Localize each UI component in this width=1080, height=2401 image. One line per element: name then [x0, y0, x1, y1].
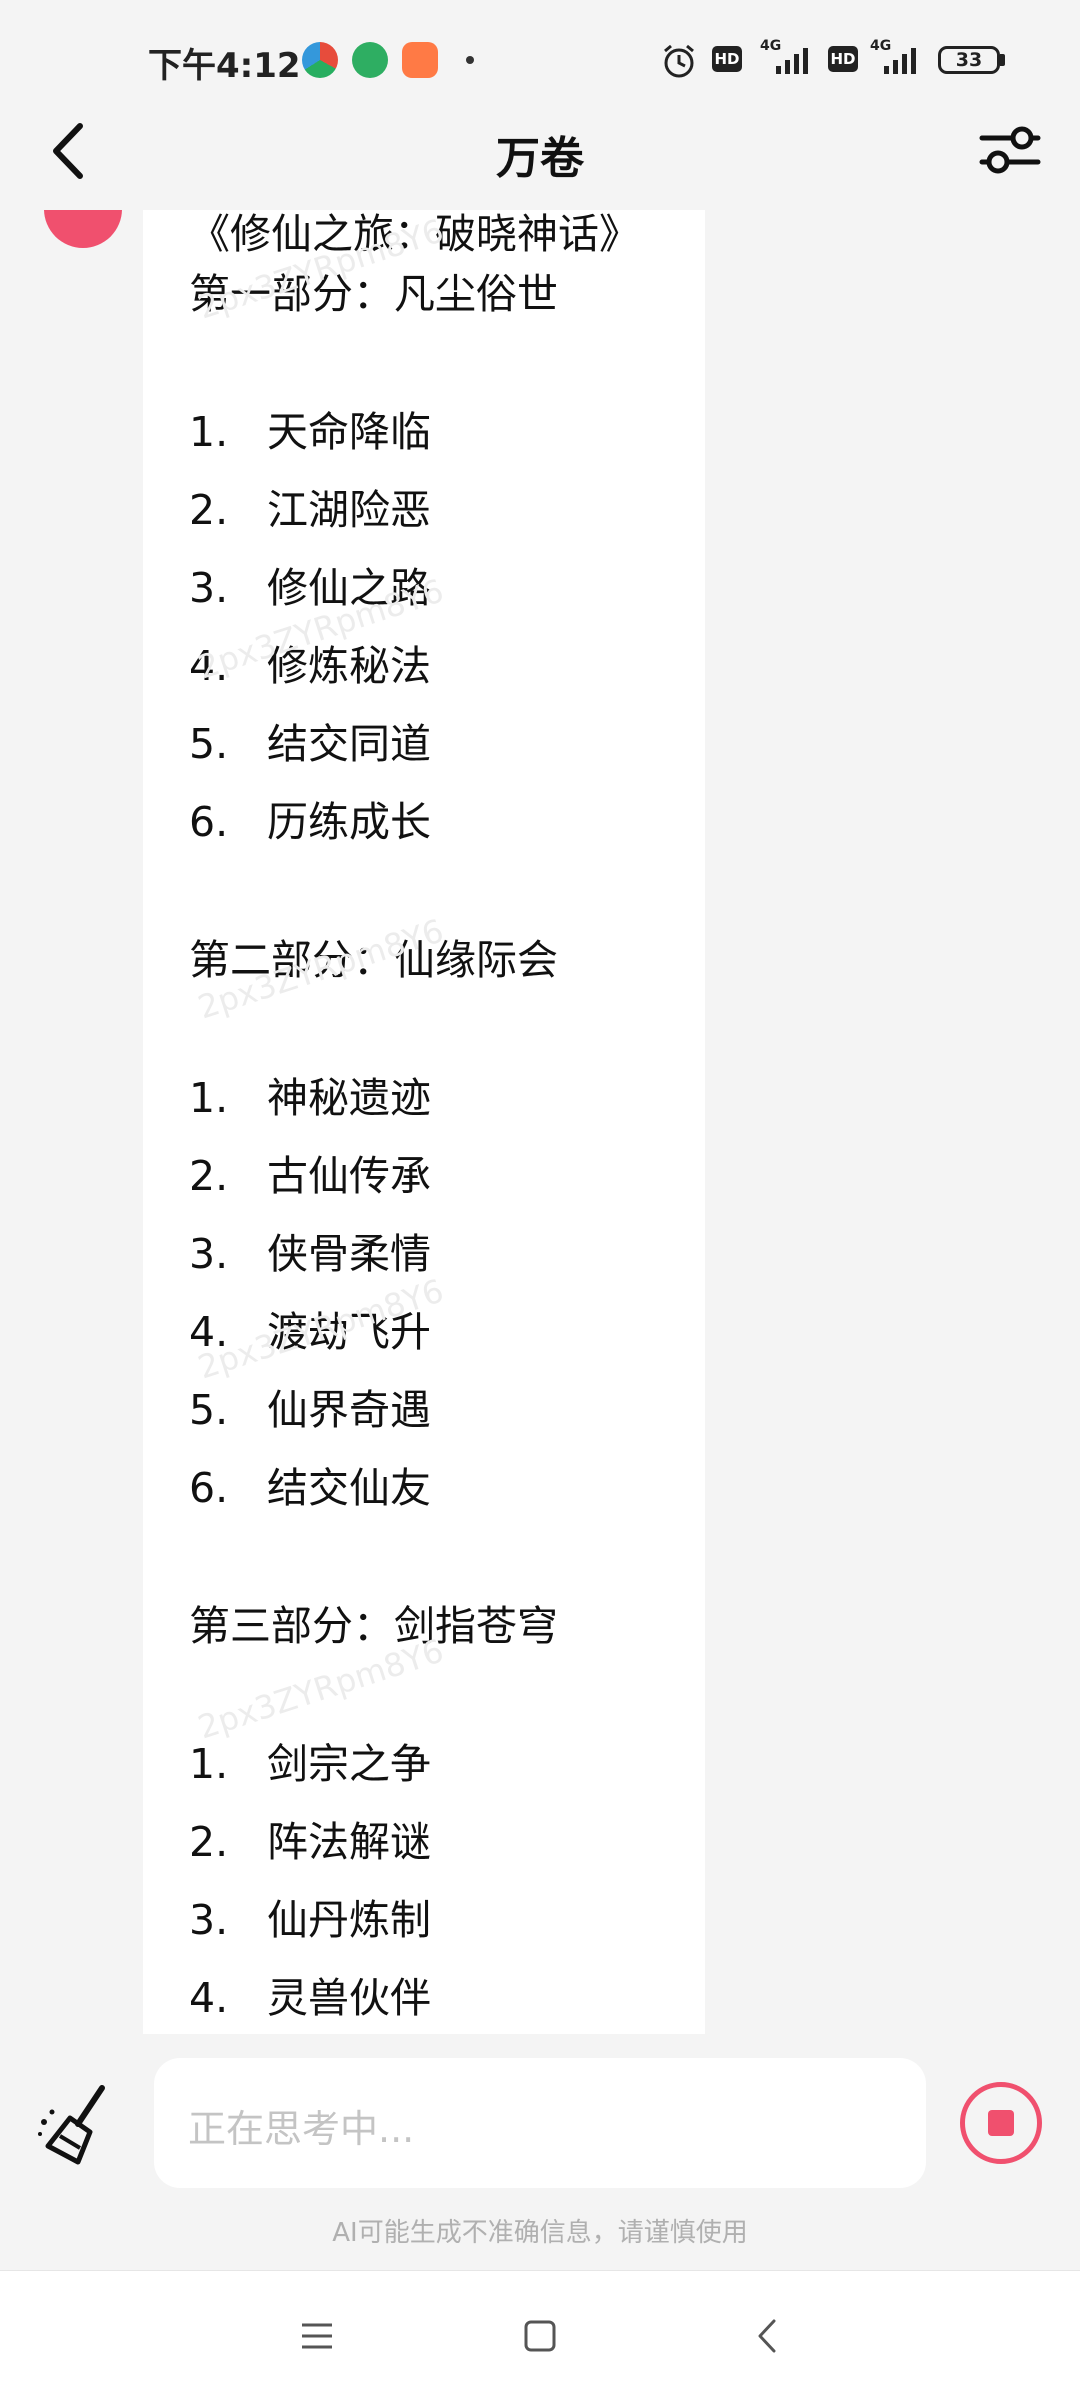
- status-time: 下午4:12: [148, 46, 301, 86]
- app-header: 万卷: [0, 92, 1080, 210]
- list-item: 5. 结交同道: [189, 710, 431, 770]
- section-heading: 第三部分：剑指苍穹: [189, 1592, 558, 1652]
- list-item: 3. 仙丹炼制: [189, 1886, 431, 1946]
- message-line-text: 侠骨柔情: [267, 1230, 431, 1278]
- list-item-number: 6.: [189, 1464, 229, 1512]
- chrome-like-app-icon: [302, 42, 338, 78]
- message-line-text: 剑宗之争: [267, 1740, 431, 1788]
- message-line-text: 古仙传承: [267, 1152, 431, 1200]
- list-item-number: 2.: [189, 486, 229, 534]
- page-title: 万卷: [496, 133, 584, 184]
- chat-area[interactable]: 《修仙之旅：破晓神话》 第一部分：凡尘俗世 1. 天命降临 2. 江湖险恶 3. 修仙之路 4.…: [0, 210, 1080, 2034]
- list-item-number: 3.: [189, 1896, 229, 1944]
- list-item-number: 6.: [189, 798, 229, 846]
- settings-sliders-icon[interactable]: [978, 118, 1042, 182]
- shop-app-icon: [402, 42, 438, 78]
- list-item: 2. 阵法解谜: [189, 1808, 431, 1868]
- list-item: 6. 结交仙友: [189, 1454, 431, 1514]
- hd-badge: HD: [712, 46, 742, 72]
- message-line-text: 阵法解谜: [267, 1818, 431, 1866]
- list-item: 2. 江湖险恶: [189, 476, 431, 536]
- list-item: 3. 侠骨柔情: [189, 1220, 431, 1280]
- battery-tip: [1000, 54, 1005, 66]
- system-nav-bar: [0, 2270, 1080, 2401]
- list-item-number: 2.: [189, 1152, 229, 1200]
- hd-badge-2: HD: [828, 46, 858, 72]
- message-line-text: 江湖险恶: [267, 486, 431, 534]
- clear-chat-broom-icon[interactable]: [30, 2078, 122, 2170]
- list-item: 1. 神秘遗迹: [189, 1064, 431, 1124]
- back-icon[interactable]: [742, 2311, 792, 2361]
- notification-dot: [466, 56, 474, 64]
- message-line-text: 结交仙友: [267, 1464, 431, 1512]
- message-line-text: 结交同道: [267, 720, 431, 768]
- robot-app-icon: [352, 42, 388, 78]
- bot-avatar: [44, 210, 122, 248]
- list-item-number: 1.: [189, 408, 229, 456]
- list-item-number: 3.: [189, 1230, 229, 1278]
- stop-generating-button[interactable]: [960, 2082, 1042, 2164]
- list-item: 6. 历练成长: [189, 788, 431, 848]
- signal-icon: [772, 44, 818, 80]
- menu-icon[interactable]: [292, 2311, 342, 2361]
- list-item-number: 2.: [189, 1818, 229, 1866]
- list-item: 4. 灵兽伙伴: [189, 1964, 431, 2024]
- list-item-number: 3.: [189, 564, 229, 612]
- list-item-number: 1.: [189, 1740, 229, 1788]
- message-line-text: 神秘遗迹: [267, 1074, 431, 1122]
- list-item: 2. 古仙传承: [189, 1142, 431, 1202]
- stop-icon: [988, 2110, 1014, 2136]
- message-input[interactable]: 正在思考中...: [154, 2058, 926, 2188]
- alarm-icon: [660, 42, 698, 84]
- input-area: 正在思考中... AI可能生成不准确信息，请谨慎使用: [0, 2034, 1080, 2270]
- list-item-number: 4.: [189, 1974, 229, 2022]
- signal-icon-2: [880, 44, 926, 80]
- message-line-text: 仙丹炼制: [267, 1896, 431, 1944]
- message-line-text: 灵兽伙伴: [267, 1974, 431, 2022]
- message-line-text: 天命降临: [267, 408, 431, 456]
- list-item: 1. 天命降临: [189, 398, 431, 458]
- message-line-text: 历练成长: [267, 798, 431, 846]
- list-item-number: 5.: [189, 1386, 229, 1434]
- ai-disclaimer: AI可能生成不准确信息，请谨慎使用: [332, 2218, 748, 2248]
- message-line-text: 第三部分：剑指苍穹: [189, 1602, 558, 1650]
- list-item: 5. 仙界奇遇: [189, 1376, 431, 1436]
- assistant-message-bubble: 《修仙之旅：破晓神话》 第一部分：凡尘俗世 1. 天命降临 2. 江湖险恶 3. 修仙之路 4.…: [143, 210, 705, 2034]
- home-icon[interactable]: [515, 2311, 565, 2361]
- list-item-number: 1.: [189, 1074, 229, 1122]
- message-line-text: 仙界奇遇: [267, 1386, 431, 1434]
- input-placeholder: 正在思考中...: [188, 2107, 415, 2151]
- list-item-number: 5.: [189, 720, 229, 768]
- battery-indicator: 33: [938, 46, 1000, 74]
